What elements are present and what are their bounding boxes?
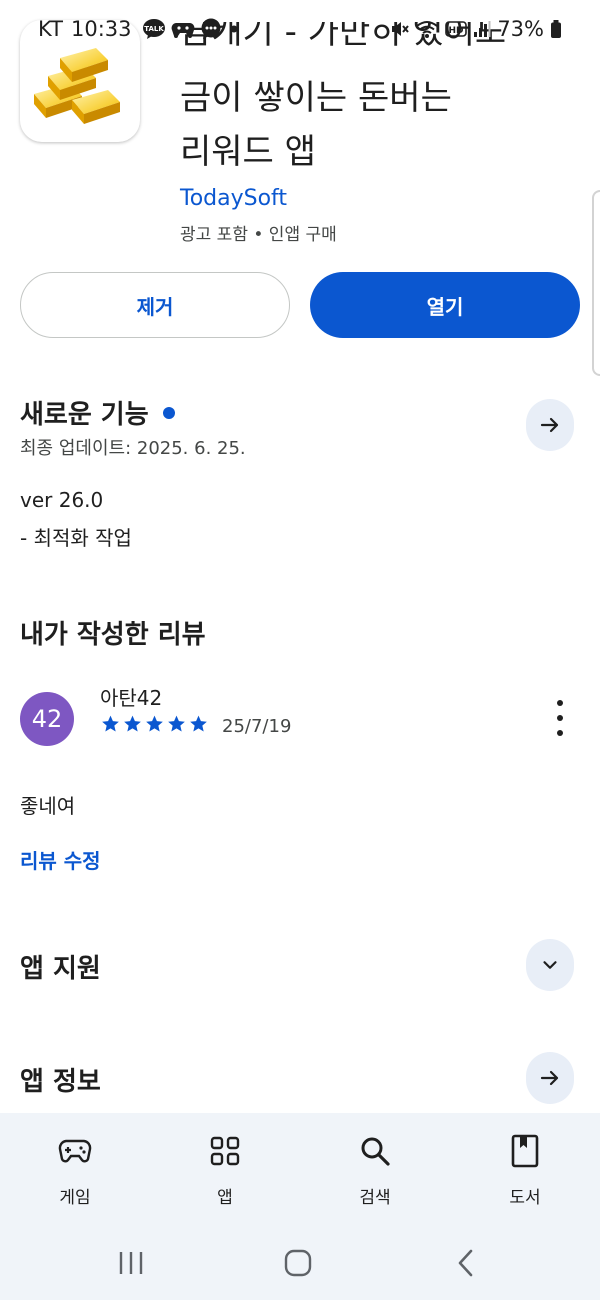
app-support-title[interactable]: 앱 지원 bbox=[20, 948, 101, 985]
star-icon bbox=[124, 715, 141, 732]
signal-icon bbox=[474, 21, 491, 37]
nav-games[interactable]: 게임 bbox=[0, 1113, 150, 1233]
last-updated: 최종 업데이트: 2025. 6. 25. bbox=[20, 438, 246, 459]
chat-bubble-icon bbox=[201, 18, 220, 39]
open-button[interactable]: 열기 bbox=[310, 272, 580, 338]
clock: 10:33 bbox=[70, 17, 132, 41]
recents-button[interactable] bbox=[101, 1243, 161, 1283]
game-controller-icon bbox=[171, 23, 194, 38]
hd-icon: HD bbox=[445, 21, 468, 37]
home-button[interactable] bbox=[268, 1243, 328, 1283]
recents-icon bbox=[119, 1252, 143, 1274]
new-indicator-dot bbox=[162, 406, 175, 419]
whats-new-arrow-button[interactable] bbox=[526, 399, 574, 451]
battery-icon bbox=[551, 20, 561, 38]
review-date: 25/7/19 bbox=[222, 716, 292, 737]
wifi-icon bbox=[416, 21, 438, 38]
avatar: 42 bbox=[20, 692, 74, 746]
nav-search-label: 검색 bbox=[359, 1188, 391, 1208]
nav-books-label: 도서 bbox=[509, 1188, 541, 1208]
nav-apps-label: 앱 bbox=[217, 1188, 233, 1208]
app-title-line-2: 금이 쌓이는 돈버는 bbox=[180, 78, 452, 118]
app-title-line-3: 리워드 앱 bbox=[180, 132, 316, 172]
talk-icon: TALK bbox=[142, 19, 165, 39]
version-text: ver 26.0 bbox=[20, 488, 104, 512]
status-bar: KT 10:33 TALK HD 73% bbox=[0, 0, 600, 60]
system-navigation-bar bbox=[0, 1233, 600, 1300]
status-right: HD 73% bbox=[389, 17, 562, 41]
notification-icons: TALK bbox=[142, 18, 241, 40]
whats-new-title: 새로운 기능 bbox=[20, 400, 149, 430]
arrow-right-icon bbox=[540, 417, 559, 433]
nav-search[interactable]: 검색 bbox=[300, 1113, 450, 1233]
nav-games-label: 게임 bbox=[59, 1188, 91, 1208]
star-icon bbox=[168, 715, 185, 732]
app-info-title[interactable]: 앱 정보 bbox=[20, 1061, 101, 1098]
app-info-arrow-button[interactable] bbox=[526, 1052, 574, 1104]
back-button[interactable] bbox=[436, 1243, 496, 1283]
mute-icon bbox=[392, 22, 410, 36]
scroll-indicator[interactable] bbox=[592, 190, 600, 376]
chevron-down-icon bbox=[543, 961, 557, 969]
app-support-expand-button[interactable] bbox=[526, 939, 574, 991]
apps-grid-icon bbox=[210, 1133, 240, 1169]
uninstall-button[interactable]: 제거 bbox=[20, 272, 290, 338]
status-left: KT 10:33 TALK bbox=[38, 17, 241, 41]
edit-review-link[interactable]: 리뷰 수정 bbox=[20, 845, 101, 874]
review-text: 좋네여 bbox=[20, 794, 76, 818]
carrier-label: KT bbox=[38, 17, 63, 41]
svg-text:HD: HD bbox=[449, 26, 464, 36]
developer-link[interactable]: TodaySoft bbox=[180, 186, 287, 211]
star-rating bbox=[100, 714, 209, 734]
whats-new-header[interactable]: 새로운 기능 bbox=[20, 394, 175, 431]
app-meta: 광고 포함 • 인앱 구매 bbox=[180, 225, 337, 245]
svg-text:TALK: TALK bbox=[144, 25, 164, 33]
search-icon bbox=[359, 1133, 391, 1169]
back-icon bbox=[458, 1249, 473, 1277]
more-vert-dot bbox=[557, 715, 563, 721]
dot-icon bbox=[230, 25, 237, 33]
home-icon bbox=[284, 1249, 312, 1277]
more-vert-icon bbox=[557, 700, 563, 706]
star-icon bbox=[146, 715, 163, 732]
arrow-right-icon bbox=[540, 1070, 559, 1086]
reviewer-name: 아탄42 bbox=[100, 686, 163, 710]
gamepad-icon bbox=[57, 1133, 93, 1169]
star-icon bbox=[102, 715, 119, 732]
my-review-title: 내가 작성한 리뷰 bbox=[20, 620, 206, 650]
more-vert-dot bbox=[557, 730, 563, 736]
more-options-button[interactable] bbox=[546, 700, 574, 736]
star-icon bbox=[190, 715, 207, 732]
update-note: - 최적화 작업 bbox=[20, 526, 132, 550]
book-icon bbox=[511, 1133, 539, 1169]
bottom-navigation: 게임 앱 검색 도서 bbox=[0, 1113, 600, 1233]
nav-apps[interactable]: 앱 bbox=[150, 1113, 300, 1233]
battery-percent: 73% bbox=[497, 17, 544, 41]
nav-books[interactable]: 도서 bbox=[450, 1113, 600, 1233]
